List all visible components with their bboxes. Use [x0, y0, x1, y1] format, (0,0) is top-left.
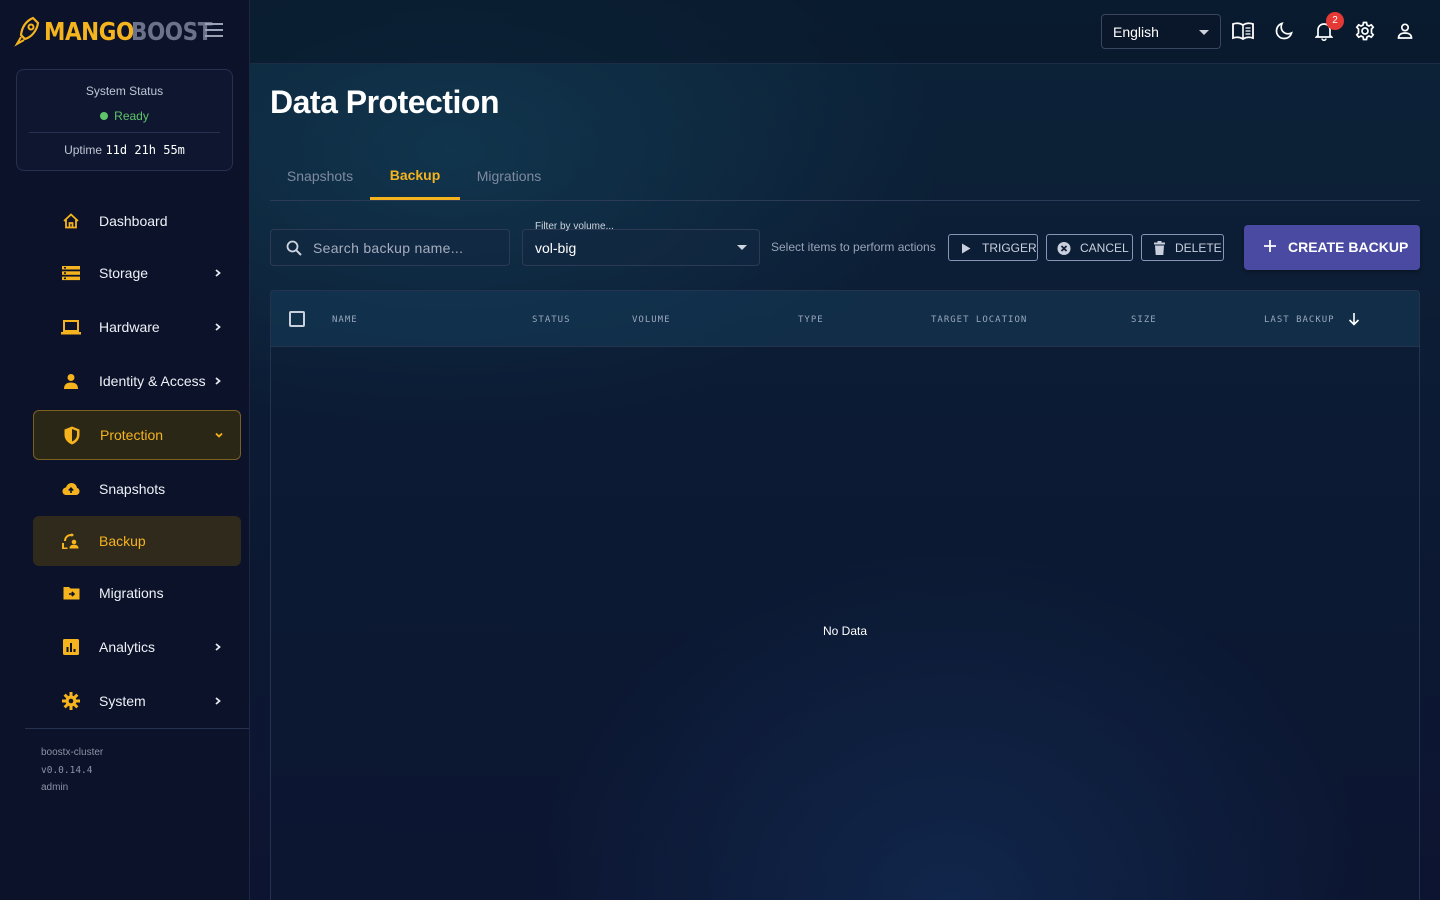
sidebar: MANGO BOOST System Status Ready Uptime 1… [0, 0, 250, 900]
delete-label: DELETE [1175, 241, 1222, 255]
sidebar-item-snapshots[interactable]: Snapshots [33, 464, 241, 514]
column-header-type[interactable]: TYPE [798, 315, 824, 325]
volume-filter-label: Filter by volume... [535, 221, 614, 232]
chevron-right-icon [215, 269, 221, 277]
plus-icon [1264, 240, 1276, 252]
chevron-right-icon [215, 643, 221, 651]
sidebar-label: Analytics [99, 639, 156, 655]
sidebar-item-identity[interactable]: Identity & Access [33, 356, 241, 406]
notification-badge: 2 [1326, 12, 1344, 30]
create-backup-button[interactable]: CREATE BACKUP [1244, 225, 1420, 270]
system-status-card: System Status Ready Uptime 11d 21h 55m [16, 69, 233, 171]
sidebar-item-analytics[interactable]: Analytics [33, 622, 241, 672]
chevron-right-icon [215, 377, 221, 385]
trash-icon [1152, 241, 1166, 255]
system-status-title: System Status [85, 84, 164, 98]
trigger-label: TRIGGER [982, 241, 1037, 255]
column-header-size[interactable]: SIZE [1131, 315, 1157, 325]
cancel-label: CANCEL [1080, 241, 1129, 255]
language-select[interactable]: English [1101, 14, 1221, 49]
cluster-name: boostx-cluster [41, 747, 104, 758]
tab-migrations[interactable]: Migrations [460, 152, 558, 200]
column-header-status[interactable]: STATUS [532, 315, 571, 325]
language-value: English [1113, 24, 1159, 40]
cancel-circle-icon [1057, 241, 1071, 255]
table-header: NAME STATUS VOLUME TYPE TARGET LOCATION … [271, 291, 1419, 347]
sidebar-item-backup[interactable]: Backup [33, 516, 241, 566]
page-title: Data Protection [270, 84, 499, 120]
sidebar-item-storage[interactable]: Storage [33, 248, 241, 298]
search-input[interactable] [313, 238, 503, 258]
play-icon [959, 241, 973, 255]
sidebar-item-system[interactable]: System [33, 676, 241, 726]
column-header-target-location[interactable]: TARGET LOCATION [931, 315, 1027, 325]
home-icon [61, 211, 81, 231]
status-dot-icon [100, 112, 109, 120]
caret-down-icon [1199, 30, 1209, 35]
rocket-icon [14, 16, 40, 47]
sidebar-item-dashboard[interactable]: Dashboard [33, 196, 241, 246]
sort-arrow-down-icon[interactable] [1348, 312, 1360, 326]
create-backup-label: CREATE BACKUP [1288, 239, 1409, 255]
analytics-icon [61, 637, 81, 657]
gear-icon [61, 691, 81, 711]
sidebar-label: Protection [100, 427, 164, 443]
tab-snapshots[interactable]: Snapshots [270, 152, 370, 200]
trigger-button[interactable]: TRIGGER [948, 234, 1038, 261]
sidebar-label: System [99, 693, 146, 709]
sidebar-label: Migrations [99, 585, 164, 601]
account-icon[interactable] [1394, 20, 1416, 42]
sidebar-divider [25, 728, 249, 729]
backup-icon [61, 531, 81, 551]
chevron-down-icon [215, 432, 223, 438]
empty-state: No Data [822, 624, 868, 638]
shield-icon [62, 425, 82, 445]
sidebar-label: Snapshots [99, 481, 166, 497]
column-header-name[interactable]: NAME [332, 315, 358, 325]
tabs: Snapshots Backup Migrations [270, 152, 1420, 201]
selection-hint: Select items to perform actions [771, 240, 936, 254]
delete-button[interactable]: DELETE [1141, 234, 1224, 261]
tab-backup[interactable]: Backup [370, 152, 460, 200]
chevron-right-icon [215, 323, 221, 331]
settings-gear-icon[interactable] [1354, 20, 1376, 42]
system-uptime: Uptime 11d 21h 55m [64, 143, 185, 157]
sidebar-label: Identity & Access [99, 373, 206, 389]
docs-book-icon[interactable] [1232, 20, 1254, 42]
sidebar-item-hardware[interactable]: Hardware [33, 302, 241, 352]
column-header-volume[interactable]: VOLUME [632, 315, 671, 325]
sidebar-label: Backup [99, 533, 146, 549]
dark-mode-icon[interactable] [1273, 20, 1295, 42]
system-status-ready: Ready [17, 109, 232, 123]
column-header-last-backup[interactable]: LAST BACKUP [1264, 315, 1335, 325]
sidebar-label: Hardware [99, 319, 160, 335]
brand-text-boost: BOOST [131, 16, 213, 46]
chevron-right-icon [215, 697, 221, 705]
menu-icon[interactable] [205, 23, 223, 37]
app-version: v0.0.14.4 [41, 765, 93, 776]
volume-filter-value: vol-big [535, 240, 577, 256]
sidebar-label: Dashboard [99, 213, 168, 229]
search-icon [286, 240, 302, 256]
sidebar-item-migrations[interactable]: Migrations [33, 568, 241, 618]
cloud-upload-icon [61, 479, 81, 499]
brand-logo[interactable]: MANGO BOOST [14, 12, 226, 50]
volume-filter-select[interactable]: vol-big [522, 229, 760, 266]
sidebar-label: Storage [99, 265, 149, 281]
status-divider [29, 132, 220, 133]
brand-text-mango: MANGO [44, 16, 134, 46]
person-icon [61, 371, 81, 391]
main-content: English 2 Data Protection Snapshots Back… [250, 0, 1440, 900]
storage-icon [61, 263, 81, 283]
current-user: admin [41, 782, 69, 793]
folder-move-icon [61, 583, 81, 603]
backup-table: NAME STATUS VOLUME TYPE TARGET LOCATION … [270, 290, 1420, 900]
sidebar-item-protection[interactable]: Protection [33, 410, 241, 460]
select-all-checkbox[interactable] [289, 311, 305, 327]
caret-down-icon [737, 245, 747, 250]
topbar: English 2 [250, 0, 1440, 64]
cancel-button[interactable]: CANCEL [1046, 234, 1133, 261]
laptop-icon [61, 317, 81, 337]
search-box [270, 229, 510, 266]
